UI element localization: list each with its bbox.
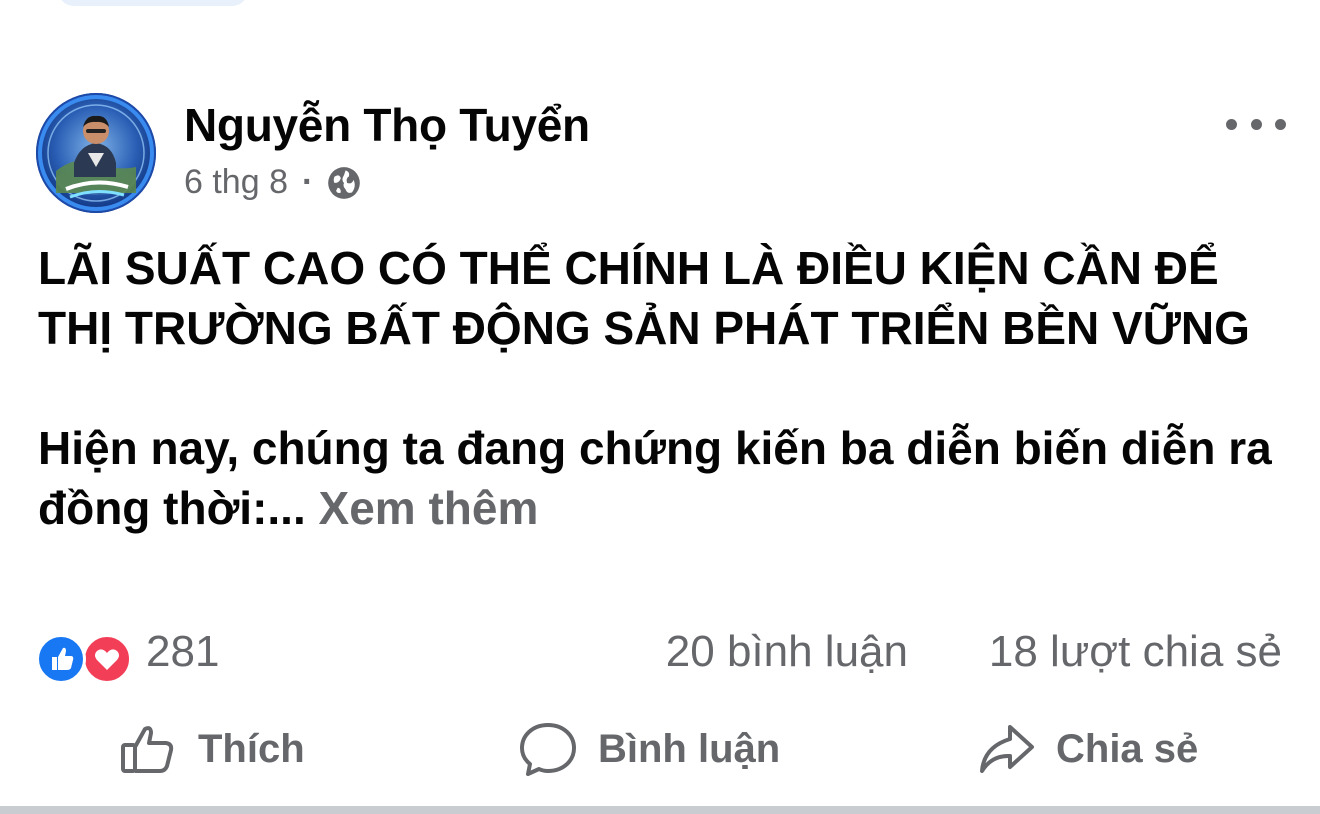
share-count[interactable]: 18 lượt chia sẻ xyxy=(989,627,1282,677)
action-bar: Thích Bình luận Chia sẻ xyxy=(0,712,1320,786)
share-label: Chia sẻ xyxy=(1056,726,1199,771)
post-meta: 6 thg 8 · xyxy=(184,163,363,202)
post-date[interactable]: 6 thg 8 xyxy=(184,163,288,202)
globe-icon[interactable] xyxy=(325,164,363,202)
like-button[interactable]: Thích xyxy=(118,712,305,786)
dot-icon xyxy=(1250,118,1262,130)
avatar-image xyxy=(38,95,154,211)
author-avatar[interactable] xyxy=(36,93,156,213)
see-more-link[interactable]: Xem thêm xyxy=(319,482,539,534)
reaction-icons[interactable] xyxy=(36,629,136,684)
dot-icon xyxy=(1226,118,1237,130)
post-divider xyxy=(0,806,1320,814)
comment-count[interactable]: 20 bình luận xyxy=(666,627,908,677)
share-arrow-icon xyxy=(980,725,1034,773)
post-stats: 281 20 bình luận 18 lượt chia sẻ xyxy=(36,625,1282,685)
more-options-button[interactable] xyxy=(1226,109,1286,139)
post-body: LÃI SUẤT CAO CÓ THỂ CHÍNH LÀ ĐIỀU KIỆN C… xyxy=(38,238,1288,538)
post-header: Nguyễn Thọ Tuyển 6 thg 8 · xyxy=(36,93,1286,213)
meta-separator: · xyxy=(301,163,314,201)
top-partial-button[interactable] xyxy=(58,0,248,6)
like-label: Thích xyxy=(198,726,305,771)
like-icon xyxy=(36,634,86,684)
comment-bubble-icon xyxy=(520,723,576,776)
facebook-post-view: Nguyễn Thọ Tuyển 6 thg 8 · LÃI SUẤT CAO … xyxy=(0,0,1320,814)
share-button[interactable]: Chia sẻ xyxy=(976,712,1198,786)
post-paragraph-text: Hiện nay, chúng ta đang chứng kiến ba di… xyxy=(38,422,1272,534)
comment-label: Bình luận xyxy=(598,726,781,771)
love-icon xyxy=(82,634,132,684)
reaction-count[interactable]: 281 xyxy=(146,627,219,677)
post-title: LÃI SUẤT CAO CÓ THỂ CHÍNH LÀ ĐIỀU KIỆN C… xyxy=(38,242,1250,354)
author-name[interactable]: Nguyễn Thọ Tuyển xyxy=(184,98,590,152)
comment-button[interactable]: Bình luận xyxy=(518,712,780,786)
thumbs-up-icon xyxy=(121,726,174,773)
post-paragraph: Hiện nay, chúng ta đang chứng kiến ba di… xyxy=(38,418,1288,538)
dot-icon xyxy=(1275,118,1286,130)
